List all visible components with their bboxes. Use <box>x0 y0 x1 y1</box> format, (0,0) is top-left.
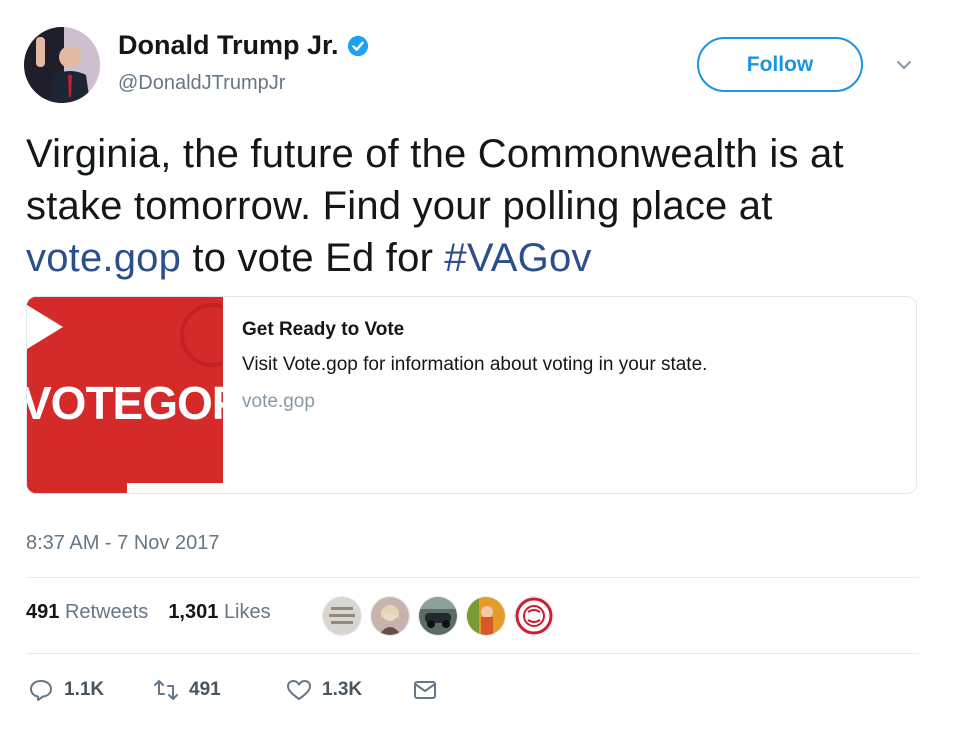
like-count: 1.3K <box>322 679 363 700</box>
retweets-label: Retweets <box>64 601 149 623</box>
card-title: Get Ready to Vote <box>242 319 405 340</box>
card-domain: vote.gop <box>242 391 315 412</box>
display-name[interactable]: Donald Trump Jr. <box>118 30 369 61</box>
liker-avatar[interactable] <box>418 596 458 636</box>
card-image: VOTEGOP <box>27 297 223 493</box>
reply-button[interactable]: 1.1K <box>28 678 104 702</box>
tweet-text-start: Virginia, the future of the Commonwealth… <box>26 132 844 228</box>
liker-avatar[interactable] <box>466 596 506 636</box>
likes-count: 1,301 <box>168 601 219 623</box>
avatar-image <box>24 27 100 103</box>
tweet-stats: 491 Retweets 1,301 Likes <box>26 601 271 624</box>
verified-badge-icon <box>347 35 368 56</box>
tweet-text: Virginia, the future of the Commonwealth… <box>26 128 926 284</box>
hashtag-link[interactable]: #VAGov <box>444 236 591 280</box>
user-handle[interactable]: @DonaldJTrumpJr <box>118 72 285 95</box>
divider-bottom <box>26 653 919 654</box>
svg-text:VOTEGOP: VOTEGOP <box>27 377 223 429</box>
heart-icon <box>287 680 311 700</box>
likes-stat[interactable]: 1,301 Likes <box>168 601 270 624</box>
chevron-down-icon[interactable] <box>893 56 915 74</box>
tweet-timestamp[interactable]: 8:37 AM - 7 Nov 2017 <box>26 532 219 555</box>
liker-avatar[interactable] <box>322 596 362 636</box>
reply-icon <box>30 680 52 701</box>
votegop-logo: VOTEGOP <box>27 297 223 493</box>
retweets-count: 491 <box>26 601 60 623</box>
likes-label: Likes <box>223 601 271 623</box>
retweet-button[interactable]: 491 <box>153 678 221 702</box>
liker-avatars <box>322 596 562 636</box>
envelope-icon <box>414 681 436 699</box>
liker-avatar[interactable] <box>370 596 410 636</box>
follow-button[interactable]: Follow <box>697 37 863 92</box>
direct-message-button[interactable] <box>412 678 438 702</box>
like-button[interactable]: 1.3K <box>286 678 362 702</box>
author-avatar[interactable] <box>24 27 100 103</box>
tweet-link[interactable]: vote.gop <box>26 236 181 280</box>
retweet-count: 491 <box>189 679 221 700</box>
retweets-stat[interactable]: 491 Retweets <box>26 601 148 624</box>
divider-top <box>26 577 919 578</box>
liker-avatar[interactable] <box>514 596 554 636</box>
display-name-text: Donald Trump Jr. <box>118 30 339 60</box>
retweet-icon <box>154 680 178 700</box>
link-card[interactable]: VOTEGOP Get Ready to Vote Visit Vote.gop… <box>26 296 917 494</box>
tweet-text-middle: to vote Ed for <box>181 236 445 280</box>
card-description: Visit Vote.gop for information about vot… <box>242 354 708 375</box>
reply-count: 1.1K <box>64 679 105 700</box>
